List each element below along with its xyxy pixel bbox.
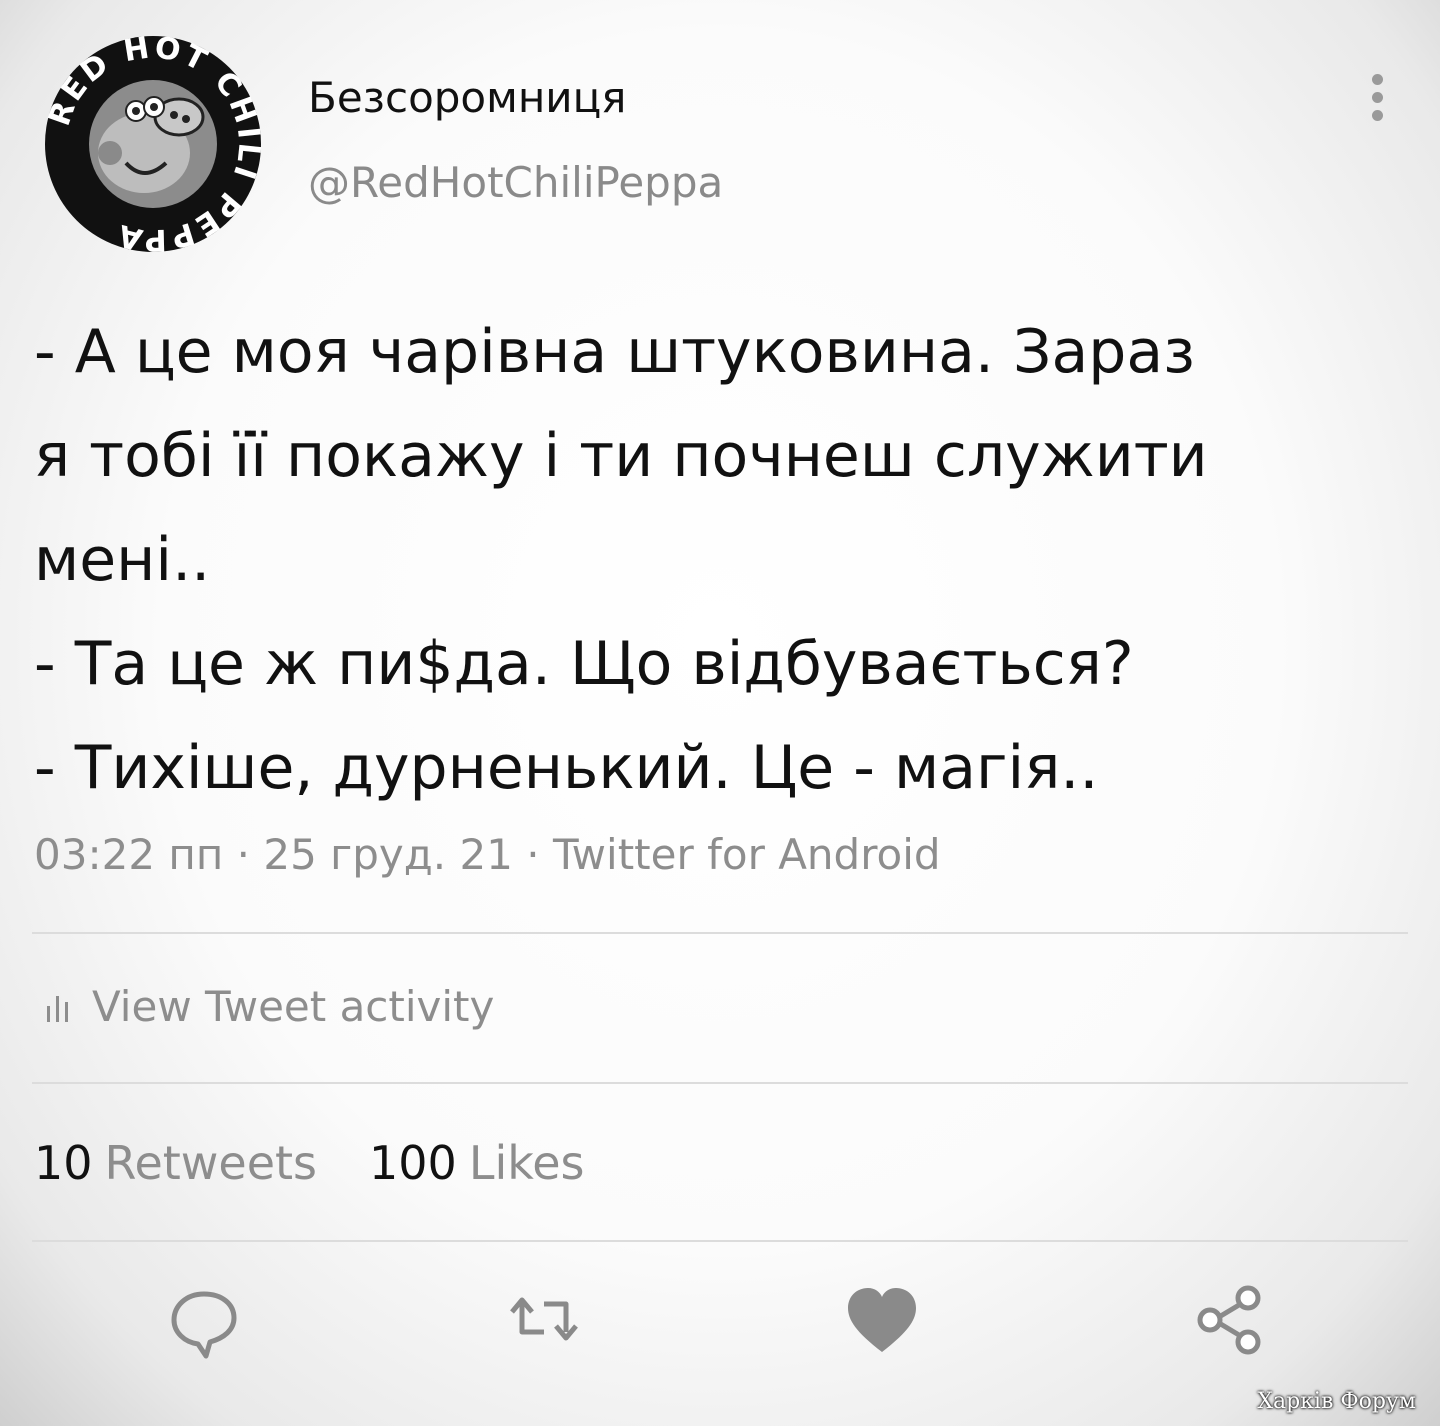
divider bbox=[32, 932, 1408, 934]
analytics-icon bbox=[47, 995, 68, 1022]
divider bbox=[32, 1082, 1408, 1084]
retweets-count: 10 bbox=[34, 1136, 93, 1190]
author-handle[interactable]: @RedHotChiliPeppa bbox=[308, 158, 723, 207]
divider bbox=[32, 1240, 1408, 1242]
tweet-text: - А це моя чарівна штуковина. Зараз я то… bbox=[34, 300, 1424, 820]
avatar[interactable]: RED HOT CHILI PEPPA bbox=[42, 30, 263, 257]
watermark: Харків Форум bbox=[1257, 1389, 1416, 1414]
reply-icon bbox=[171, 1291, 237, 1359]
share-icon bbox=[1197, 1285, 1261, 1355]
likes-label: Likes bbox=[468, 1136, 585, 1190]
more-options-icon[interactable] bbox=[1360, 72, 1396, 124]
retweet-icon bbox=[510, 1297, 578, 1341]
likes-stat[interactable]: 100 Likes bbox=[369, 1136, 585, 1190]
retweet-button[interactable] bbox=[504, 1280, 584, 1360]
view-tweet-activity-label: View Tweet activity bbox=[92, 982, 495, 1031]
tweet-meta: 03:22 пп · 25 груд. 21 · Twitter for And… bbox=[34, 830, 941, 879]
tweet-line: я тобі її покажу і ти почнеш служити bbox=[34, 421, 1208, 491]
author-name[interactable]: Безсоромниця bbox=[308, 73, 626, 122]
like-icon bbox=[848, 1288, 916, 1352]
likes-count: 100 bbox=[369, 1136, 457, 1190]
view-tweet-activity-link[interactable]: View Tweet activity bbox=[46, 982, 494, 1031]
tweet-line: - Тихіше, дурненький. Це - магія.. bbox=[34, 733, 1099, 803]
share-button[interactable] bbox=[1192, 1280, 1272, 1360]
tweet-line: мені.. bbox=[34, 525, 211, 595]
retweets-stat[interactable]: 10 Retweets bbox=[34, 1136, 317, 1190]
tweet-line: - А це моя чарівна штуковина. Зараз bbox=[34, 317, 1196, 387]
reply-button[interactable] bbox=[164, 1280, 244, 1360]
retweets-label: Retweets bbox=[104, 1136, 318, 1190]
like-button[interactable] bbox=[842, 1280, 922, 1360]
tweet-stats: 10 Retweets 100 Likes bbox=[34, 1136, 585, 1190]
tweet-line: - Та це ж пи$да. Що відбувається? bbox=[34, 629, 1134, 699]
avatar-image: RED HOT CHILI PEPPA bbox=[42, 30, 263, 257]
